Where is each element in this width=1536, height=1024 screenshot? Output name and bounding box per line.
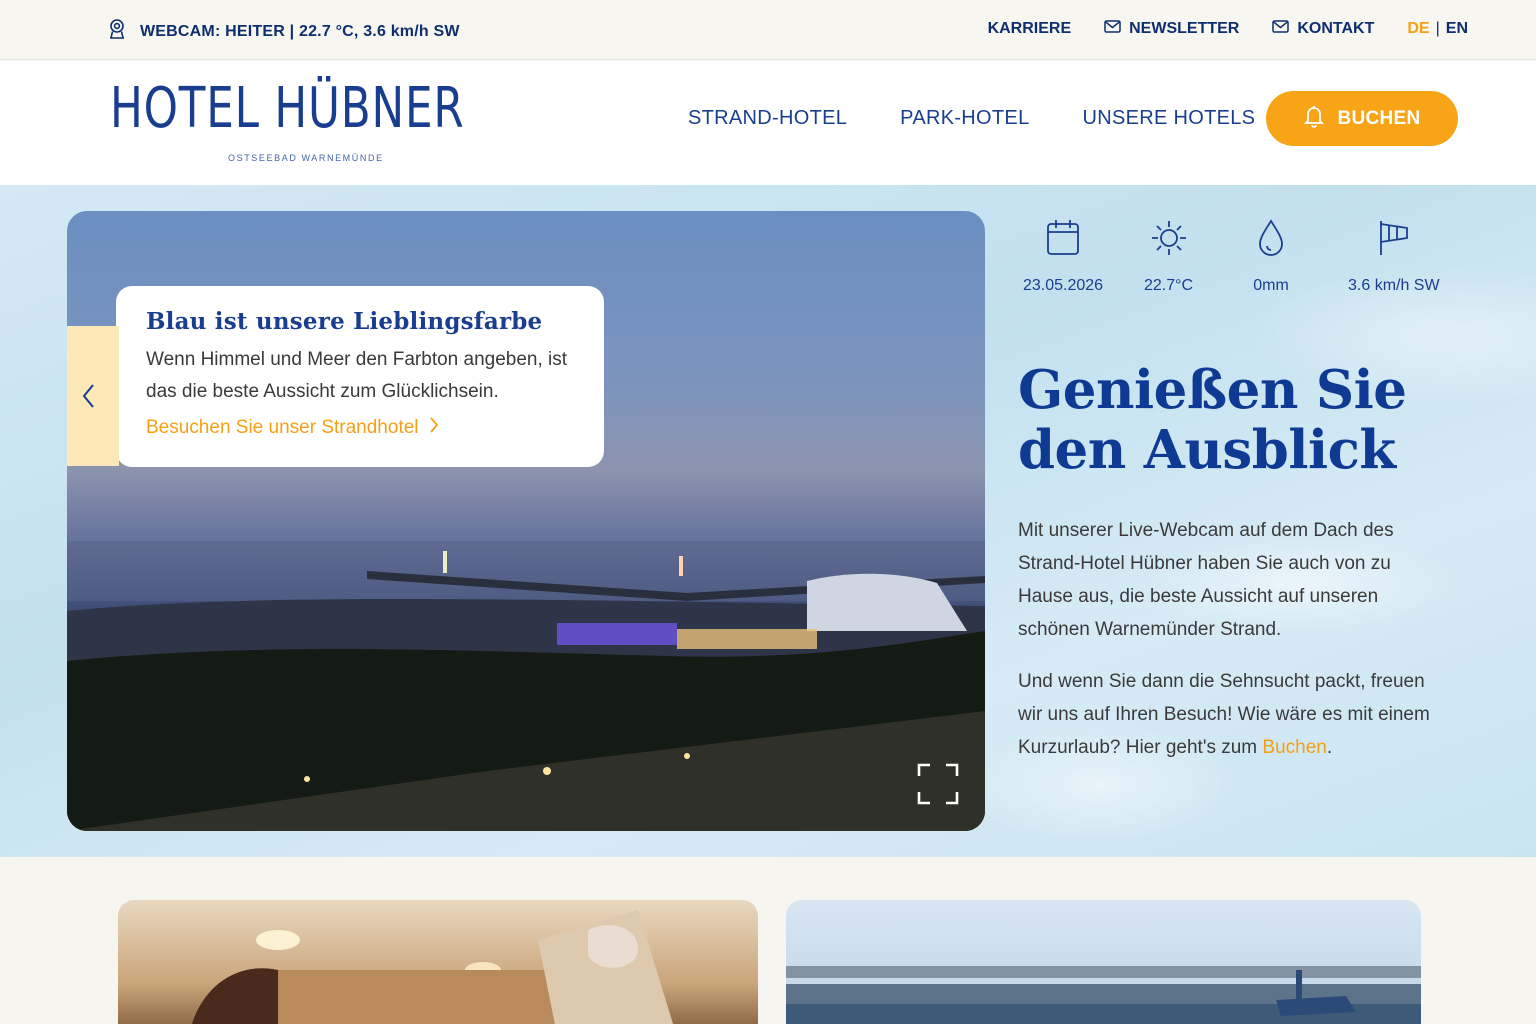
lang-separator: | — [1435, 20, 1440, 37]
chevron-left-icon[interactable] — [78, 382, 100, 410]
weather-temp-value: 22.7°C — [1144, 277, 1194, 294]
logo-tagline: OSTSEEBAD WARNEMÜNDE — [228, 153, 384, 163]
calendar-icon — [1044, 218, 1082, 263]
slide-caption-link[interactable]: Besuchen Sie unser Strandhotel — [146, 416, 574, 440]
logo-wordmark: HOTEL HÜBNER — [110, 76, 465, 141]
book-button[interactable]: BUCHEN — [1266, 91, 1458, 146]
kontakt-label: KONTAKT — [1297, 20, 1375, 37]
interior-scene — [191, 910, 674, 1024]
intro-paragraph-2: Und wenn Sie dann die Sehnsucht packt, f… — [1018, 665, 1438, 764]
slide-caption-text: Wenn Himmel und Meer den Farbton angeben… — [146, 349, 568, 402]
nav-unsere-hotels[interactable]: UNSERE HOTELS — [1083, 107, 1256, 130]
main-header: HOTEL HÜBNER OSTSEEBAD WARNEMÜNDE STRAND… — [0, 61, 1536, 185]
nav-strand-hotel[interactable]: STRAND-HOTEL — [688, 107, 847, 130]
webcam-status-text: WEBCAM: HEITER | 22.7 °C, 3.6 km/h SW — [140, 22, 460, 40]
weather-wind-value: 3.6 km/h SW — [1348, 277, 1440, 294]
weather-date: 23.05.2026 — [1023, 218, 1103, 295]
language-switcher: DE | EN — [1407, 20, 1468, 38]
weather-wind: 3.6 km/h SW — [1348, 218, 1440, 295]
hotel-logo[interactable]: HOTEL HÜBNER OSTSEEBAD WARNEMÜNDE — [110, 69, 464, 163]
mail-icon — [1104, 20, 1121, 38]
weather-rain: 0mm — [1252, 218, 1290, 295]
karriere-label: KARRIERE — [987, 20, 1072, 37]
fullscreen-icon[interactable] — [917, 763, 959, 805]
raindrop-icon — [1252, 218, 1290, 263]
intro-heading: Genießen Sie den Ausblick — [1018, 359, 1407, 481]
buchen-link[interactable]: Buchen — [1262, 737, 1326, 758]
webcam-status[interactable]: WEBCAM: HEITER | 22.7 °C, 3.6 km/h SW — [106, 18, 460, 45]
karriere-link[interactable]: KARRIERE — [988, 20, 1072, 38]
lang-en[interactable]: EN — [1446, 20, 1468, 38]
newsletter-label: NEWSLETTER — [1129, 20, 1240, 37]
bell-icon — [1303, 104, 1325, 134]
kontakt-link[interactable]: KONTAKT — [1272, 20, 1374, 38]
card-harbour-photo[interactable] — [786, 900, 1421, 1024]
mail-icon — [1272, 20, 1290, 38]
intro-paragraph-2-text: Und wenn Sie dann die Sehnsucht packt, f… — [1018, 671, 1430, 758]
intro-paragraph-1: Mit unserer Live-Webcam auf dem Dach des… — [1018, 520, 1394, 640]
weather-widget: 23.05.2026 22.7°C 0mm 3.6 km/h SW — [1020, 218, 1460, 298]
slide-caption-title: Blau ist unsere Lieblingsfarbe — [146, 308, 543, 335]
main-nav: STRAND-HOTEL PARK-HOTEL UNSERE HOTELS — [688, 107, 1255, 130]
utility-nav: KARRIERE NEWSLETTER KONTAKT DE | EN — [988, 20, 1468, 38]
webcam-icon — [106, 18, 128, 45]
weather-date-value: 23.05.2026 — [1023, 277, 1104, 294]
slide-caption-link-label: Besuchen Sie unser Strandhotel — [146, 417, 419, 438]
weather-temp: 22.7°C — [1144, 218, 1193, 295]
slide-caption: Blau ist unsere Lieblingsfarbe Wenn Himm… — [116, 286, 604, 467]
windsock-icon — [1375, 218, 1413, 263]
nav-park-hotel[interactable]: PARK-HOTEL — [900, 107, 1029, 130]
harbour-scene — [786, 966, 1421, 1024]
lang-de[interactable]: DE — [1407, 20, 1429, 38]
sun-icon — [1150, 218, 1188, 263]
newsletter-link[interactable]: NEWSLETTER — [1104, 20, 1239, 38]
card-interior-photo[interactable] — [118, 900, 758, 1024]
weather-rain-value: 0mm — [1253, 277, 1289, 294]
utility-bar: WEBCAM: HEITER | 22.7 °C, 3.6 km/h SW KA… — [0, 0, 1536, 60]
intro-paragraph-2-end: . — [1326, 737, 1333, 758]
chevron-right-icon — [429, 416, 439, 440]
book-button-label: BUCHEN — [1337, 107, 1421, 129]
